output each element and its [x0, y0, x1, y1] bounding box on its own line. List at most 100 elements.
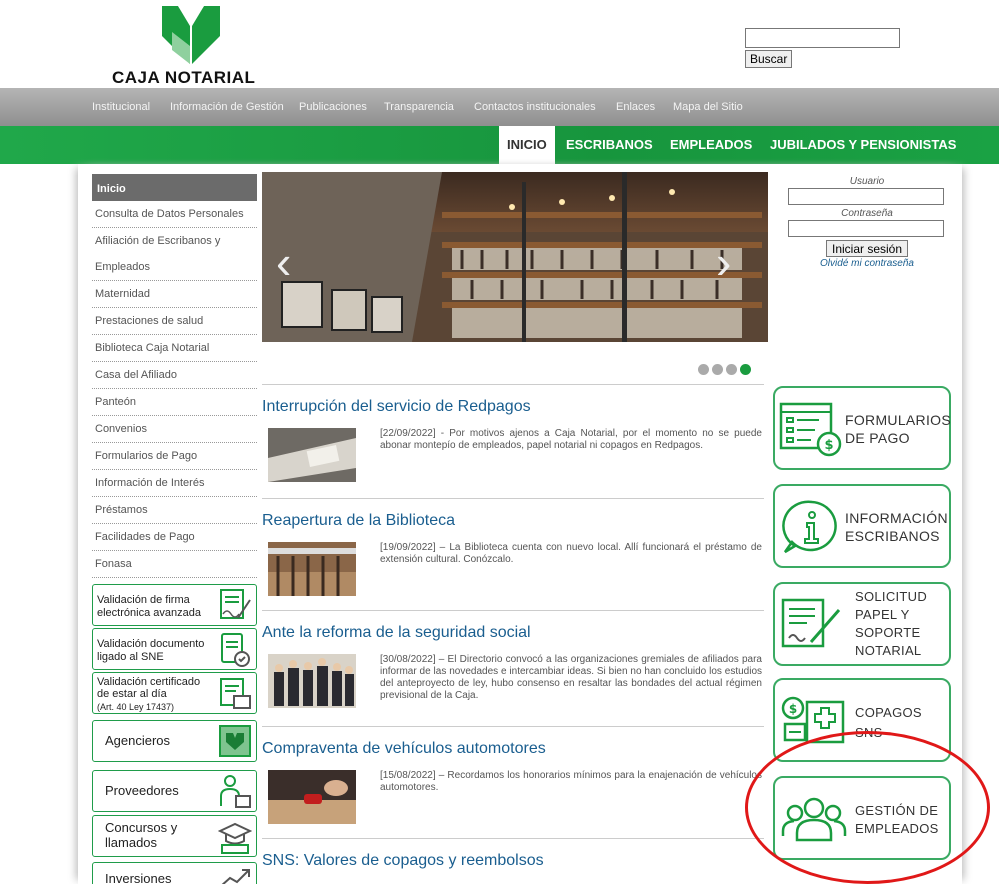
sidebar-item-casa-afiliado[interactable]: Casa del Afiliado	[92, 362, 257, 389]
news-summary: [22/09/2022] - Por motivos ajenos a Caja…	[380, 428, 762, 451]
slider-dot[interactable]	[712, 364, 723, 375]
sidebar-head[interactable]: Inicio	[92, 174, 257, 201]
news-title[interactable]: Reapertura de la Biblioteca	[262, 512, 764, 530]
document-check-icon	[221, 633, 250, 667]
news-summary: [19/09/2022] – La Biblioteca cuenta con …	[380, 542, 762, 565]
news-item: Ante la reforma de la seguridad social […	[262, 624, 764, 708]
svg-text:$: $	[789, 702, 797, 716]
top-nav: Institucional Información de Gestión Pub…	[0, 88, 999, 126]
copay-icon: $	[781, 696, 845, 744]
formularios-pago-button[interactable]: $ FORMULARIOS DE PAGO	[773, 386, 951, 470]
people-icon	[781, 797, 847, 842]
password-input[interactable]	[788, 220, 944, 237]
news-item: Interrupción del servicio de Redpagos [2…	[262, 398, 764, 482]
mainnav-escribanos[interactable]: ESCRIBANOS	[566, 126, 653, 164]
news-title[interactable]: Compraventa de vehículos automotores	[262, 740, 764, 758]
news-title[interactable]: Interrupción del servicio de Redpagos	[262, 398, 764, 416]
divider	[262, 610, 764, 611]
news-thumbnail[interactable]	[268, 542, 356, 596]
sidebar-item-informacion-interes[interactable]: Información de Interés	[92, 470, 257, 497]
search-input[interactable]	[745, 28, 900, 48]
sidebar-item-prestamos[interactable]: Préstamos	[92, 497, 257, 524]
graduation-icon	[218, 822, 252, 854]
divider	[262, 838, 764, 839]
news-item: SNS: Valores de copagos y reembolsos	[262, 852, 764, 870]
topnav-contactos[interactable]: Contactos institucionales	[474, 101, 596, 113]
topnav-institucional[interactable]: Institucional	[92, 101, 150, 113]
divider	[262, 726, 764, 727]
agencieros-button[interactable]: Agencieros	[92, 720, 257, 762]
chart-icon	[221, 869, 250, 884]
search-button[interactable]: Buscar	[745, 50, 793, 68]
sidebar-item-convenios[interactable]: Convenios	[92, 416, 257, 443]
svg-text:$: $	[824, 438, 833, 453]
slider-dot[interactable]	[698, 364, 709, 375]
topnav-enlaces[interactable]: Enlaces	[616, 101, 655, 113]
sidebar-item-biblioteca[interactable]: Biblioteca Caja Notarial	[92, 335, 257, 362]
news-title[interactable]: Ante la reforma de la seguridad social	[262, 624, 764, 642]
news-item: Compraventa de vehículos automotores [15…	[262, 740, 764, 824]
image-slider: ‹ ›	[262, 172, 768, 342]
validacion-documento-button[interactable]: Validación documento ligado al SNE	[92, 628, 257, 670]
login-form: Usuario Contraseña Iniciar sesión Olvidé…	[788, 176, 946, 269]
payment-form-icon: $	[779, 402, 842, 457]
news-thumbnail[interactable]	[268, 770, 356, 824]
mainnav-empleados[interactable]: EMPLEADOS	[670, 126, 752, 164]
username-input[interactable]	[788, 188, 944, 205]
info-icon	[782, 500, 837, 554]
news-summary: [30/08/2022] – El Directorio convocó a l…	[380, 654, 762, 701]
topnav-publicaciones[interactable]: Publicaciones	[299, 101, 367, 113]
slider-dot-active[interactable]	[740, 364, 751, 375]
mainnav-jubilados[interactable]: JUBILADOS Y PENSIONISTAS	[770, 126, 956, 164]
news-thumbnail[interactable]	[268, 428, 356, 482]
slider-prev-icon[interactable]: ‹	[276, 239, 291, 285]
certificate-icon	[220, 678, 251, 709]
sidebar-item-fonasa[interactable]: Fonasa	[92, 551, 257, 578]
sidebar-item-panteon[interactable]: Panteón	[92, 389, 257, 416]
login-button[interactable]: Iniciar sesión	[825, 240, 909, 257]
logo[interactable]: CAJA NOTARIAL	[112, 4, 272, 87]
gestion-empleados-button[interactable]: GESTIÓN DE EMPLEADOS	[773, 776, 951, 860]
slider-next-icon[interactable]: ›	[716, 239, 731, 285]
sidebar-item-maternidad[interactable]: Maternidad	[92, 281, 257, 308]
divider	[262, 498, 764, 499]
main-nav: INICIO ESCRIBANOS EMPLEADOS JUBILADOS Y …	[0, 126, 999, 164]
sidebar-item-prestaciones-salud[interactable]: Prestaciones de salud	[92, 308, 257, 335]
news-title[interactable]: SNS: Valores de copagos y reembolsos	[262, 852, 764, 870]
green-square-icon	[219, 725, 251, 757]
logo-text: CAJA NOTARIAL	[112, 68, 256, 87]
header: CAJA NOTARIAL Buscar	[0, 0, 999, 88]
validacion-firma-button[interactable]: Validación de firma electrónica avanzada	[92, 584, 257, 626]
solicitud-papel-button[interactable]: SOLICITUD PAPEL Y SOPORTE NOTARIAL	[773, 582, 951, 666]
username-label: Usuario	[849, 176, 885, 187]
concursos-button[interactable]: Concursos y llamados	[92, 815, 257, 857]
sidebar-item-facilidades-pago[interactable]: Facilidades de Pago	[92, 524, 257, 551]
proveedores-button[interactable]: Proveedores	[92, 770, 257, 812]
topnav-mapa-sitio[interactable]: Mapa del Sitio	[673, 101, 743, 113]
topnav-informacion-gestion[interactable]: Información de Gestión	[170, 101, 284, 113]
mainnav-inicio[interactable]: INICIO	[499, 126, 555, 164]
slider-dot[interactable]	[726, 364, 737, 375]
news-item: Reapertura de la Biblioteca [19/09/2022]…	[262, 512, 764, 596]
informacion-escribanos-button[interactable]: INFORMACIÓN ESCRIBANOS	[773, 484, 951, 568]
sidebar-item-afiliacion[interactable]: Afiliación de Escribanos y	[92, 228, 257, 254]
inversiones-button[interactable]: Inversiones	[92, 862, 257, 884]
news-thumbnail[interactable]	[268, 654, 356, 708]
news-summary: [15/08/2022] – Recordamos los honorarios…	[380, 770, 762, 793]
sidebar-item-consulta-datos[interactable]: Consulta de Datos Personales	[92, 201, 257, 228]
validacion-certificado-button[interactable]: Validación certificado de estar al día (…	[92, 672, 257, 714]
copagos-sns-button[interactable]: $ COPAGOS SNS	[773, 678, 951, 762]
signature-document-icon	[220, 589, 251, 619]
forgot-password-link[interactable]: Olvidé mi contraseña	[788, 258, 946, 269]
divider	[262, 384, 764, 385]
supplier-icon	[220, 775, 251, 808]
sidebar-item-afiliacion-empleados[interactable]: Empleados	[92, 254, 257, 281]
paper-request-icon	[781, 598, 841, 648]
topnav-transparencia[interactable]: Transparencia	[384, 101, 454, 113]
sidebar-item-formularios-pago[interactable]: Formularios de Pago	[92, 443, 257, 470]
sidebar: Inicio Consulta de Datos Personales Afil…	[92, 174, 257, 578]
logo-mark-icon	[162, 6, 220, 64]
slider-dots	[698, 362, 754, 380]
library-photo	[262, 172, 768, 342]
page: CAJA NOTARIAL Buscar Institucional Infor…	[0, 0, 999, 884]
